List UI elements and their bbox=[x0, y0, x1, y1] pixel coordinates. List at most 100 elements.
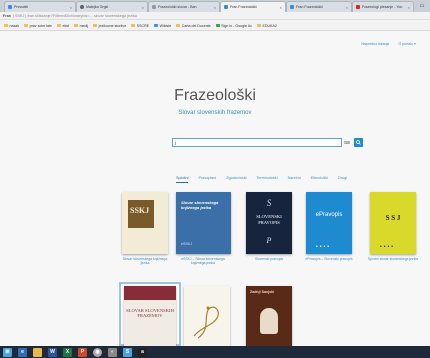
chrome-icon[interactable]: ◉ bbox=[93, 347, 102, 357]
book-caption[interactable]: ePravopis – Slovenski pravopis bbox=[302, 257, 356, 261]
book-cover-slovenski-pravopis[interactable]: S SLOVENSKI PRAVOPIS P bbox=[246, 192, 292, 254]
google-icon bbox=[8, 5, 12, 9]
bookmark-item[interactable]: Sign in - Google Ac bbox=[215, 24, 252, 28]
book-cover-title: SLOVAR SLOVENSKIH FRAZEMOV bbox=[126, 308, 174, 318]
bookmark-item[interactable]: Carta del Docente bbox=[176, 24, 211, 28]
tab-pravopisni[interactable]: Pravopisni bbox=[198, 176, 216, 183]
tab-terminoloski[interactable]: Terminološki bbox=[256, 176, 277, 183]
book-cover-frazeoloski[interactable]: SLOVAR SLOVENSKIH FRAZEMOV bbox=[124, 286, 176, 346]
bookmark-item[interactable]: EDUKA2 bbox=[256, 24, 277, 28]
word-icon[interactable]: W bbox=[48, 347, 57, 357]
search-icon bbox=[356, 140, 361, 145]
url-path: | SSKJ | fran.si/iskanje?FilteredDiction… bbox=[12, 13, 137, 18]
bookmark-item[interactable]: prav soim late bbox=[24, 24, 52, 28]
browser-tab-4[interactable]: Fran Frazeološki × bbox=[220, 1, 286, 12]
dictionary-tabs: Splošni Pravopisni Zgodovinski Terminolo… bbox=[176, 176, 347, 183]
browser-tab-2[interactable]: Matejka Grgič × bbox=[76, 1, 148, 12]
book-cover-sskj[interactable]: SSKJ bbox=[122, 192, 168, 254]
book-caption[interactable]: Slovenski pravopis bbox=[242, 257, 296, 261]
book-caption[interactable]: Slovar slovenskega knjižnega jezika bbox=[118, 257, 172, 265]
bookmark-item[interactable]: Wikiste bbox=[154, 24, 171, 28]
tab-narecni[interactable]: Narečni bbox=[288, 176, 301, 183]
tab-label: Prevoditi bbox=[14, 5, 28, 9]
advanced-search-link[interactable]: Napredno iskanje bbox=[361, 42, 389, 46]
book-cover-dots: •••• bbox=[380, 244, 396, 250]
book-cover-band bbox=[124, 286, 176, 300]
browser-tab-6[interactable]: Frazeologi plesanje - You × bbox=[352, 1, 414, 12]
taskbar: ⊞ e W X P ◉ ◐ S a bbox=[0, 346, 430, 358]
book-cover-title: Slovar slovenskega knjižnega jezika bbox=[181, 200, 219, 210]
bookmark-item[interactable]: medij bbox=[74, 24, 88, 28]
app-icon[interactable]: ◐ bbox=[108, 347, 117, 357]
bookmark-item[interactable]: ekst bbox=[56, 24, 69, 28]
page-icon bbox=[152, 5, 156, 9]
url-host: Fran bbox=[3, 13, 11, 18]
folder-icon bbox=[24, 24, 29, 27]
close-icon[interactable]: × bbox=[280, 5, 282, 10]
book-cover-brand: eSSKJ bbox=[181, 242, 192, 246]
folder-icon bbox=[4, 24, 8, 27]
book-cover-epravopis[interactable]: ePravopis •••• bbox=[306, 192, 352, 254]
close-icon[interactable]: × bbox=[408, 5, 410, 10]
book-cover-letter: P bbox=[266, 236, 272, 245]
folder-icon[interactable] bbox=[33, 347, 42, 357]
tab-splosni[interactable]: Splošni bbox=[176, 176, 189, 183]
bookmark-item[interactable]: nasak bbox=[4, 24, 19, 28]
book-cover-zadnji[interactable]: Zadnji Sanjski bbox=[246, 286, 292, 346]
folder-icon bbox=[56, 24, 61, 27]
tab-strip: Prevoditi × Matejka Grgič × Frazeološki … bbox=[0, 0, 430, 12]
book-caption[interactable]: eSSKJ – Slovar slovenskega knjižnega jez… bbox=[176, 257, 230, 265]
keyboard-icon[interactable]: ⌨ bbox=[344, 140, 350, 145]
browser-tab-3[interactable]: Frazeološki slovar - Ban × bbox=[148, 1, 220, 12]
dog-illustration-icon bbox=[260, 308, 278, 334]
book-cover-title: SSKJ bbox=[130, 206, 150, 215]
book-caption[interactable]: Sprotni slovar slovenskega jezika bbox=[366, 257, 420, 261]
powerpoint-icon[interactable]: P bbox=[78, 347, 87, 357]
new-tab-icon[interactable]: ▭ bbox=[416, 2, 428, 10]
book-cover-dots: •••• bbox=[316, 244, 332, 250]
book-cover-title: S S J bbox=[385, 214, 401, 222]
tab-zgodovinski[interactable]: Zgodovinski bbox=[226, 176, 246, 183]
browser-tab-1[interactable]: Prevoditi × bbox=[4, 1, 76, 12]
folder-icon bbox=[131, 24, 136, 27]
page-subtitle: Slovar slovenskih frazemov bbox=[178, 110, 252, 116]
tab-label: Fran Frazeološki bbox=[230, 5, 257, 9]
book-cover-letter: S bbox=[266, 198, 272, 208]
bookmark-item[interactable]: SSCRE bbox=[131, 24, 149, 28]
wiki-icon bbox=[154, 24, 159, 27]
address-bar[interactable]: Fran | SSKJ | fran.si/iskanje?FilteredDi… bbox=[0, 12, 430, 20]
app-icon[interactable]: S bbox=[123, 347, 132, 357]
about-portal-link[interactable]: O portalu ▾ bbox=[398, 42, 416, 46]
bookmark-item[interactable]: jezikovne storitve bbox=[93, 24, 126, 28]
excel-icon[interactable]: X bbox=[63, 347, 72, 357]
youtube-icon bbox=[356, 5, 360, 9]
book-cover-title: ePravopis bbox=[315, 212, 343, 218]
browser-tab-5[interactable]: Fran Frazeološki × bbox=[286, 1, 352, 12]
book-cover-title: Zadnji Sanjski bbox=[250, 290, 275, 294]
search-input[interactable] bbox=[173, 139, 341, 146]
page-content: Napredno iskanje O portalu ▾ Frazeološki… bbox=[0, 32, 430, 346]
book-cover-esskj[interactable]: Slovar slovenskega knjižnega jezika eSSK… bbox=[176, 192, 231, 254]
close-icon[interactable]: × bbox=[142, 5, 144, 10]
tab-label: Frazeologi plesanje - You bbox=[362, 5, 403, 9]
book-cover-swan[interactable] bbox=[184, 286, 230, 346]
close-icon[interactable]: × bbox=[346, 5, 348, 10]
folder-icon bbox=[176, 24, 181, 27]
tab-label: Fran Frazeološki bbox=[296, 5, 323, 9]
amazon-icon[interactable]: a bbox=[138, 347, 147, 357]
swan-illustration-icon bbox=[193, 306, 219, 339]
book-cover-sprotni-slovar[interactable]: S S J •••• bbox=[370, 192, 416, 254]
search-field[interactable] bbox=[172, 138, 342, 147]
start-icon[interactable]: ⊞ bbox=[3, 347, 12, 357]
close-icon[interactable]: × bbox=[214, 5, 216, 10]
bookmarks-bar: nasak prav soim late ekst medij jezikovn… bbox=[0, 21, 430, 31]
folder-icon bbox=[256, 24, 261, 27]
page-title: Frazeološki bbox=[174, 87, 256, 104]
profile-icon bbox=[80, 5, 84, 9]
close-icon[interactable]: × bbox=[70, 5, 72, 10]
search-button[interactable] bbox=[354, 138, 363, 147]
tab-drugi[interactable]: Drugi bbox=[338, 176, 347, 183]
book-cover-title: SLOVENSKI PRAVOPIS bbox=[256, 214, 282, 225]
tab-etimoloski[interactable]: Etimološki bbox=[311, 176, 328, 183]
browser-icon[interactable]: e bbox=[18, 347, 27, 357]
